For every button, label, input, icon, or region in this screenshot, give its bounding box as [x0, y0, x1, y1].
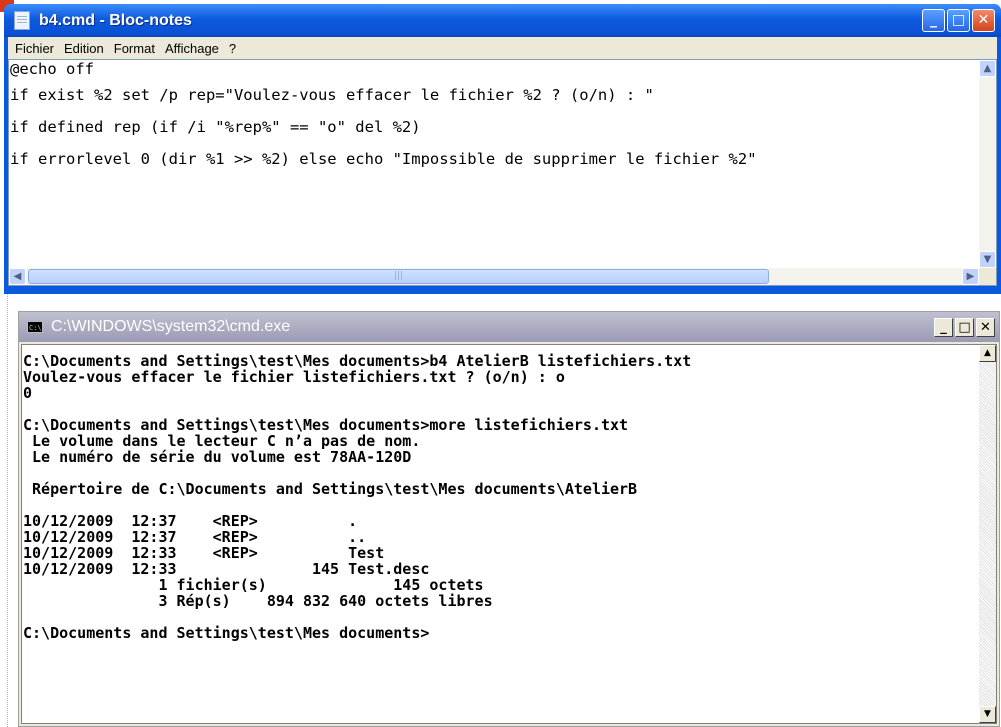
- notepad-menu-bar: Fichier Edition Format Affichage ?: [8, 37, 997, 59]
- console-line: 1 fichier(s) 145 octets: [23, 576, 484, 594]
- scroll-down-arrow-icon[interactable]: ▼: [979, 251, 996, 268]
- notepad-line: @echo off: [10, 60, 94, 78]
- scroll-left-arrow-icon[interactable]: ◀: [9, 268, 26, 285]
- notepad-title: b4.cmd - Bloc-notes: [39, 11, 192, 29]
- cmd-maximize-button[interactable]: □: [955, 317, 974, 337]
- close-button[interactable]: ✕: [972, 9, 995, 32]
- cmd-scroll-down-arrow-icon[interactable]: ▼: [979, 706, 996, 723]
- menu-edition[interactable]: Edition: [59, 41, 109, 56]
- cmd-minimize-button[interactable]: _: [934, 317, 953, 337]
- console-output[interactable]: C:\Documents and Settings\test\Mes docum…: [22, 345, 979, 723]
- notepad-document-icon: [14, 11, 30, 30]
- console-line: Voulez-vous effacer le fichier listefich…: [23, 368, 565, 386]
- menu-help[interactable]: ?: [224, 41, 241, 56]
- cmd-close-button[interactable]: ✕: [976, 317, 995, 337]
- notepad-vertical-scrollbar[interactable]: ▲ ▼: [979, 60, 996, 268]
- notepad-line: if errorlevel 0 (dir %1 >> %2) else echo…: [10, 150, 757, 168]
- notepad-title-bar[interactable]: b4.cmd - Bloc-notes _ □ ✕: [4, 4, 1001, 37]
- notepad-text-area[interactable]: @echo off if exist %2 set /p rep="Voulez…: [9, 60, 979, 268]
- console-line: 10/12/2009 12:37 <REP> .: [23, 512, 358, 530]
- cmd-title: C:\WINDOWS\system32\cmd.exe: [51, 318, 291, 335]
- console-line: 0: [23, 384, 33, 402]
- menu-affichage[interactable]: Affichage: [160, 41, 224, 56]
- console-line: Répertoire de C:\Documents and Settings\…: [23, 480, 638, 498]
- console-line: C:\Documents and Settings\test\Mes docum…: [23, 416, 629, 434]
- notepad-editor[interactable]: @echo off if exist %2 set /p rep="Voulez…: [8, 59, 997, 286]
- console-line: Le volume dans le lecteur C n’a pas de n…: [23, 432, 421, 450]
- cmd-vertical-scrollbar[interactable]: ▲ ▼: [979, 345, 996, 723]
- cmd-title-bar[interactable]: C:\ C:\WINDOWS\system32\cmd.exe _ □ ✕: [19, 312, 999, 342]
- cmd-console[interactable]: C:\Documents and Settings\test\Mes docum…: [21, 344, 997, 724]
- console-line: 3 Rép(s) 894 832 640 octets libres: [23, 592, 493, 610]
- menu-fichier[interactable]: Fichier: [10, 41, 59, 56]
- console-line: 10/12/2009 12:33 145 Test.desc: [23, 560, 430, 578]
- scroll-right-arrow-icon[interactable]: ▶: [962, 268, 979, 285]
- console-line: 10/12/2009 12:37 <REP> ..: [23, 528, 367, 546]
- console-line: C:\Documents and Settings\test\Mes docum…: [23, 352, 692, 370]
- cmd-scroll-up-arrow-icon[interactable]: ▲: [979, 345, 996, 362]
- minimize-button[interactable]: _: [922, 9, 945, 32]
- cmd-window: C:\ C:\WINDOWS\system32\cmd.exe _ □ ✕ C:…: [18, 311, 1000, 727]
- console-icon: C:\: [27, 321, 43, 333]
- resize-grip-icon[interactable]: [979, 268, 996, 285]
- horizontal-scroll-thumb[interactable]: |||: [28, 269, 769, 284]
- console-line: Le numéro de série du volume est 78AA-12…: [23, 448, 412, 466]
- scroll-up-arrow-icon[interactable]: ▲: [979, 60, 996, 77]
- console-line: 10/12/2009 12:33 <REP> Test: [23, 544, 385, 562]
- menu-format[interactable]: Format: [109, 41, 160, 56]
- notepad-line: if exist %2 set /p rep="Voulez-vous effa…: [10, 86, 654, 104]
- notepad-horizontal-scrollbar[interactable]: ◀ ||| ▶: [9, 268, 979, 285]
- notepad-line: if defined rep (if /i "%rep%" == "o" del…: [10, 118, 421, 136]
- notepad-window: b4.cmd - Bloc-notes _ □ ✕ Fichier Editio…: [4, 4, 1001, 294]
- maximize-button[interactable]: □: [947, 9, 970, 32]
- console-line: C:\Documents and Settings\test\Mes docum…: [23, 624, 430, 642]
